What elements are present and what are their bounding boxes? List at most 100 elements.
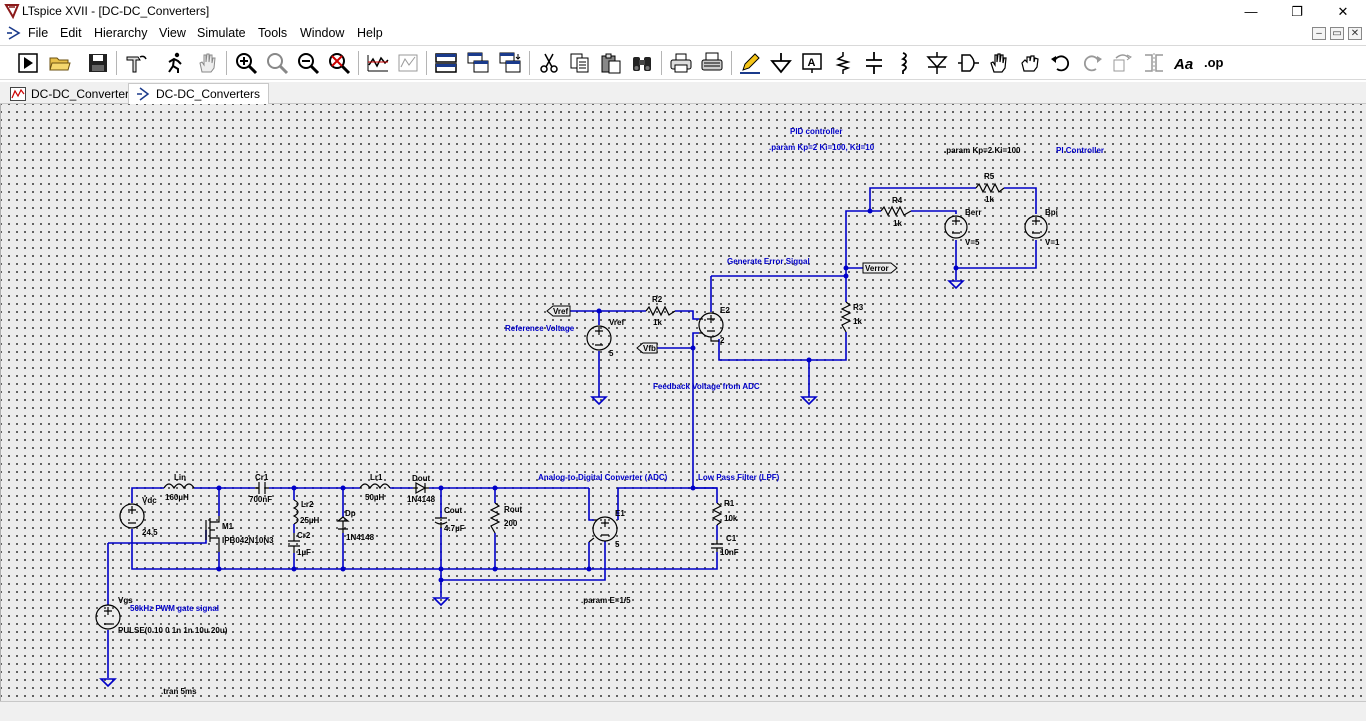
- paste-button[interactable]: [598, 50, 624, 76]
- pid-param-comment[interactable]: .param Kp=2 Ki=100, Kd=10: [769, 143, 875, 152]
- inductor-button[interactable]: [892, 50, 918, 76]
- tile-horizontal-button[interactable]: [433, 50, 459, 76]
- menu-tools[interactable]: Tools: [258, 26, 287, 40]
- tile-vertical-button[interactable]: [497, 50, 523, 76]
- pwm-gate-comment[interactable]: 50kHz PWM gate signal: [130, 604, 219, 613]
- menu-hierarchy[interactable]: Hierarchy: [94, 26, 148, 40]
- label-net-button[interactable]: A: [799, 50, 825, 76]
- ground-symbol[interactable]: [99, 678, 117, 688]
- spice-directive-button[interactable]: .op: [1203, 50, 1229, 76]
- m1-mosfet[interactable]: [205, 516, 220, 552]
- autorange-button[interactable]: [365, 50, 391, 76]
- menu-simulate[interactable]: Simulate: [197, 26, 246, 40]
- capacitor-button[interactable]: [861, 50, 887, 76]
- rotate-button[interactable]: [1110, 50, 1136, 76]
- close-button[interactable]: ✕: [1320, 0, 1366, 23]
- r2-resistor[interactable]: [645, 305, 676, 317]
- maximize-button[interactable]: ❐: [1274, 0, 1320, 23]
- component-button[interactable]: [955, 50, 981, 76]
- menu-help[interactable]: Help: [357, 26, 383, 40]
- pid-title-comment[interactable]: PID controller: [790, 127, 842, 136]
- ground-symbol[interactable]: [947, 280, 965, 290]
- zoom-cancel-button[interactable]: [326, 50, 352, 76]
- menu-file[interactable]: File: [28, 26, 48, 40]
- hammer-button[interactable]: [123, 50, 149, 76]
- cascade-button[interactable]: [465, 50, 491, 76]
- cout-name: Cout: [444, 506, 463, 515]
- ref-voltage-comment[interactable]: Reference Voltage: [505, 324, 575, 333]
- vdc-name: Vdc: [142, 496, 157, 505]
- drag-button[interactable]: [1017, 50, 1043, 76]
- copy-button[interactable]: [567, 50, 593, 76]
- find-button[interactable]: [629, 50, 655, 76]
- schematic-drawing[interactable]: .w { stroke: #0000c8; stroke-width: 1.6;…: [1, 104, 1366, 701]
- ground-symbol[interactable]: [590, 396, 608, 406]
- ground-symbol[interactable]: [432, 597, 450, 607]
- pan-button[interactable]: [194, 50, 220, 76]
- tab-bar: DC-DC_Converters DC-DC_Converters: [0, 82, 1366, 104]
- mdi-close-button[interactable]: ✕: [1348, 27, 1362, 40]
- r1-resistor[interactable]: [711, 502, 723, 526]
- wire-button[interactable]: [737, 50, 763, 76]
- redo-button[interactable]: [1079, 50, 1105, 76]
- zoom-in-button[interactable]: [233, 50, 259, 76]
- running-man-icon: [168, 52, 182, 73]
- r3-resistor[interactable]: [840, 301, 852, 333]
- mdi-restore-button[interactable]: ▭: [1330, 27, 1344, 40]
- tab-schematic[interactable]: DC-DC_Converters: [128, 83, 270, 104]
- tran-directive[interactable]: .tran 5ms: [161, 687, 197, 696]
- vref-value: 5: [609, 349, 614, 358]
- e1-value: 5: [615, 540, 620, 549]
- print-setup-button[interactable]: [668, 50, 694, 76]
- ground-symbol[interactable]: [800, 396, 818, 406]
- mdi-minimize-button[interactable]: –: [1312, 27, 1326, 40]
- toolbar-separator: [529, 51, 530, 75]
- rout-resistor[interactable]: [489, 502, 501, 534]
- zoom-full-button[interactable]: [264, 50, 290, 76]
- print-button[interactable]: [699, 50, 725, 76]
- dp-diode[interactable]: [336, 516, 350, 533]
- fb-voltage-comment[interactable]: Feedback Voltage from ADC: [653, 382, 760, 391]
- pi-title-comment[interactable]: PI Controller: [1056, 146, 1104, 155]
- gen-error-comment[interactable]: Generate Error Signal: [727, 257, 810, 266]
- cr1-capacitor[interactable]: [255, 482, 269, 494]
- lin-inductor[interactable]: [163, 483, 195, 490]
- resistor-button[interactable]: [830, 50, 856, 76]
- adc-comment[interactable]: Analog-to-Digital Converter (ADC): [538, 473, 668, 482]
- r4-resistor[interactable]: [880, 205, 912, 217]
- r5-resistor[interactable]: [975, 182, 1005, 194]
- menu-view[interactable]: View: [159, 26, 186, 40]
- redo-icon: [1083, 55, 1102, 72]
- halt-button[interactable]: [162, 50, 188, 76]
- dout-diode[interactable]: [413, 481, 429, 495]
- move-button[interactable]: [986, 50, 1012, 76]
- run-button[interactable]: [15, 50, 41, 76]
- cut-button[interactable]: [536, 50, 562, 76]
- schematic-canvas[interactable]: .w { stroke: #0000c8; stroke-width: 1.6;…: [0, 104, 1366, 701]
- mirror-button[interactable]: [1141, 50, 1167, 76]
- zoom-out-button[interactable]: [295, 50, 321, 76]
- menu-edit[interactable]: Edit: [60, 26, 82, 40]
- lr1-inductor[interactable]: [359, 483, 391, 490]
- ground-button[interactable]: [768, 50, 794, 76]
- diode-button[interactable]: [924, 50, 950, 76]
- open-button[interactable]: [47, 50, 73, 76]
- schematic-doc-icon[interactable]: [6, 25, 22, 41]
- menu-window[interactable]: Window: [300, 26, 344, 40]
- vgs-value: PULSE(0 10 0 1n 1n 10u 20u): [118, 626, 228, 635]
- lpf-comment[interactable]: Low Pass Filter (LPF): [698, 473, 780, 482]
- mirror-icon: [1145, 53, 1163, 73]
- save-button[interactable]: [85, 50, 111, 76]
- pi-param-directive[interactable]: .param Kp=2 Ki=100: [944, 146, 1021, 155]
- lr2-inductor[interactable]: [292, 499, 299, 525]
- text-button[interactable]: Aa: [1172, 50, 1198, 76]
- minimize-button[interactable]: —: [1228, 0, 1274, 23]
- param-e-directive[interactable]: .param E=1/5: [581, 596, 631, 605]
- c1-value: 10nF: [720, 548, 739, 557]
- undo-button[interactable]: [1048, 50, 1074, 76]
- tab-waveform[interactable]: DC-DC_Converters: [2, 83, 143, 104]
- tile-vertical-icon: [499, 52, 521, 73]
- waveform-plot-button[interactable]: [395, 50, 421, 76]
- title-bar: LTspice XVII - [DC-DC_Converters] — ❐ ✕: [0, 0, 1366, 23]
- svg-text:Aa: Aa: [1173, 56, 1193, 73]
